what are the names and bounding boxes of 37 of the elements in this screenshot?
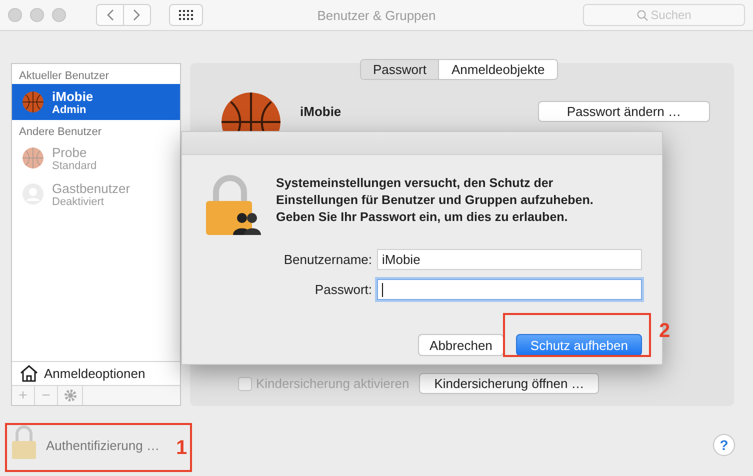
user-item[interactable]: iMobie Admin [12,84,180,120]
grid-icon [179,10,193,20]
close-button[interactable] [8,8,22,22]
help-button[interactable]: ? [713,434,735,456]
user-name: iMobie [300,104,342,119]
zoom-button[interactable] [52,8,66,22]
unlock-button[interactable]: Schutz aufheben [516,334,642,356]
search-icon [637,10,648,21]
field-label: Passwort: [314,282,372,297]
step-number: 1 [176,437,188,460]
basketball-avatar [22,91,44,113]
parental-controls-button[interactable]: Kindersicherung öffnen … [419,373,600,394]
tab[interactable]: Anmeldeobjekte [438,60,557,79]
input-field[interactable] [377,279,642,300]
gear-icon [64,389,76,402]
input-field[interactable]: iMobie [377,249,642,270]
lock-label[interactable]: Authentifizierung … [46,438,160,452]
section-header: Andere Benutzer [18,125,103,140]
back-button[interactable] [96,4,124,26]
window-title: Benutzer & Gruppen [317,8,436,22]
cancel-button[interactable]: Abbrechen [418,334,504,356]
show-all-button[interactable] [169,4,203,26]
house-icon [20,365,38,382]
lock-users-icon [204,175,262,237]
step-number: 2 [659,320,670,343]
forward-button[interactable] [124,4,151,26]
tab[interactable]: Passwort [361,60,438,79]
chevron-left-icon [106,9,114,21]
change-password-button[interactable]: Passwort ändern … [538,101,710,122]
chevron-right-icon [133,9,141,21]
section-header: Aktueller Benutzer [18,69,110,84]
checkbox-label: Kindersicherung aktivieren [256,376,410,391]
minimize-button[interactable] [30,8,44,22]
field-label: Benutzername: [282,252,372,267]
dialog-message: Systemeinstellungen versucht, den Schutz der Einstellungen für Benutzer und Gruppen aufzuheben. Geben Sie Ihr Passwort ein, um dies zu erlauben. [276,175,594,226]
basketball-avatar [22,147,44,169]
basketball-avatar [220,91,282,131]
